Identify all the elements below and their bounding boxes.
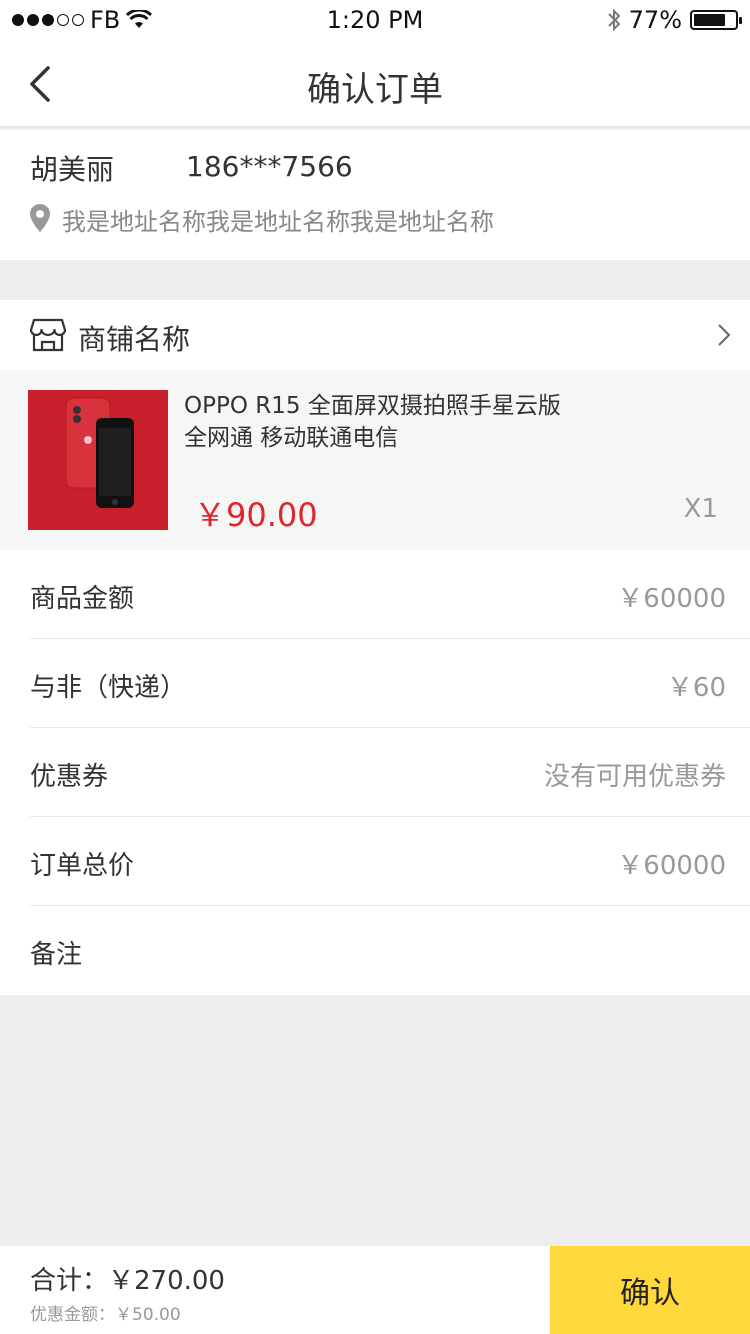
bluetooth-icon	[607, 8, 621, 32]
row-label: 商品金额	[30, 584, 135, 614]
page-title: 确认订单	[307, 70, 443, 110]
order-summary: 商品金额 ￥60000 与非（快递） ￥60 优惠券 没有可用优惠券 订单总价 …	[0, 550, 750, 995]
shipping-address-card[interactable]: 胡美丽 186***7566 我是地址名称我是地址名称我是地址名称	[0, 130, 750, 260]
row-value: ￥60000	[617, 851, 726, 881]
row-value: 没有可用优惠券	[543, 762, 726, 792]
nav-bar: 确认订单	[0, 40, 750, 128]
row-value: ￥60	[666, 673, 726, 703]
status-right: 77%	[607, 6, 742, 34]
total-amount: 合计：￥270.00	[30, 1266, 225, 1296]
summary-row-coupon[interactable]: 优惠券 没有可用优惠券	[30, 728, 750, 817]
battery-icon	[690, 10, 742, 30]
summary-row-order-total: 订单总价 ￥60000	[30, 817, 750, 906]
recipient-name: 胡美丽	[30, 153, 115, 186]
location-pin-icon	[30, 204, 50, 232]
row-value: ￥60000	[617, 584, 726, 614]
product-quantity: X1	[683, 494, 718, 524]
store-icon	[30, 318, 66, 352]
summary-row-shipping[interactable]: 与非（快递） ￥60	[30, 639, 750, 728]
discount-amount: 优惠金额：￥50.00	[30, 1305, 181, 1325]
product-item[interactable]: OPPO R15 全面屏双摄拍照手星云版 全网通 移动联通电信 ￥90.00 X…	[0, 370, 750, 550]
checkout-bar: 合计：￥270.00 优惠金额：￥50.00 确认	[0, 1246, 750, 1334]
confirm-button[interactable]: 确认	[550, 1246, 750, 1334]
store-row[interactable]: 商铺名称	[0, 300, 750, 370]
recipient-phone: 186***7566	[186, 150, 353, 183]
product-name: OPPO R15 全面屏双摄拍照手星云版 全网通 移动联通电信	[184, 393, 561, 451]
row-label: 优惠券	[30, 762, 109, 792]
store-name: 商铺名称	[78, 323, 191, 356]
product-image	[28, 390, 168, 530]
phone-image-icon	[65, 397, 134, 508]
battery-percent: 77%	[628, 6, 682, 34]
row-label: 与非（快递）	[30, 673, 187, 703]
summary-row-remark[interactable]: 备注	[30, 906, 750, 995]
product-price: ￥90.00	[194, 496, 318, 534]
summary-row-goods-amount: 商品金额 ￥60000	[30, 550, 750, 639]
chevron-right-icon	[718, 324, 731, 346]
row-label: 备注	[30, 940, 83, 970]
address-text: 我是地址名称我是地址名称我是地址名称	[62, 208, 494, 236]
row-label: 订单总价	[30, 851, 135, 881]
status-bar: FB 1:20 PM 77%	[0, 0, 750, 40]
